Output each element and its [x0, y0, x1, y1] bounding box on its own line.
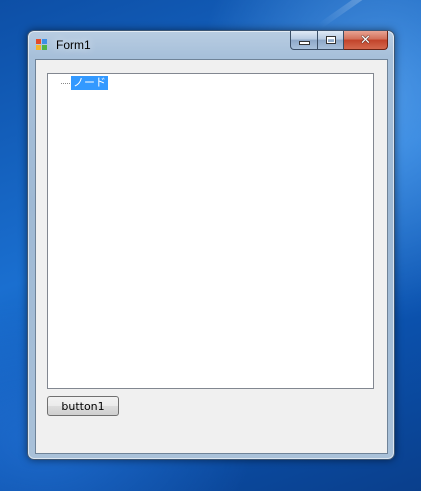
application-icon: [36, 39, 47, 50]
form1-window: Form1 ✕ ノード button1: [27, 30, 395, 460]
window-title: Form1: [56, 38, 91, 52]
tree-connector-line: [61, 83, 70, 84]
close-icon: ✕: [360, 32, 371, 48]
maximize-button[interactable]: [318, 31, 344, 50]
tree-node[interactable]: ノード: [61, 76, 108, 90]
tree-view[interactable]: ノード: [47, 73, 374, 389]
title-bar[interactable]: Form1 ✕: [28, 31, 394, 59]
desktop-light-streak: [318, 0, 421, 29]
maximize-icon: [325, 36, 336, 44]
button1[interactable]: button1: [47, 396, 119, 416]
client-area: ノード button1: [35, 59, 388, 454]
minimize-button[interactable]: [290, 31, 318, 50]
tree-node-label[interactable]: ノード: [71, 76, 108, 90]
close-button[interactable]: ✕: [344, 31, 388, 50]
minimize-icon: [298, 41, 310, 45]
caption-buttons: ✕: [290, 31, 388, 50]
